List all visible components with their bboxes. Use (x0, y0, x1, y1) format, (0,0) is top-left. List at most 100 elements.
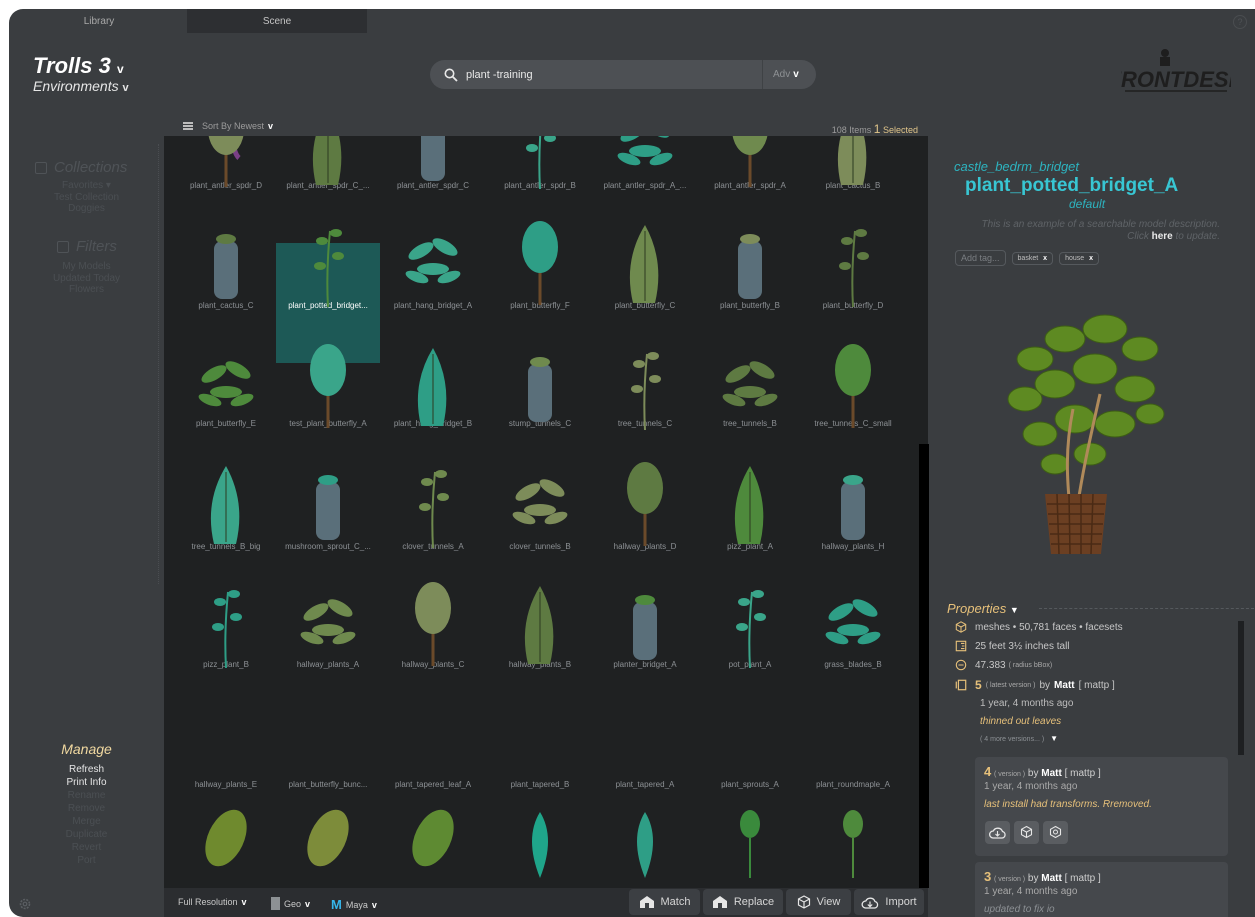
gear-icon[interactable] (18, 897, 32, 911)
thumbnail-image (528, 357, 552, 422)
filter-item[interactable]: My Models (9, 261, 164, 273)
app-label: Maya (345, 899, 368, 910)
geo-dropdown[interactable]: Geo v (271, 897, 310, 910)
properties-scrollbar[interactable] (1238, 621, 1244, 755)
by-label: by (1027, 768, 1039, 779)
prop-meshes: meshes • 50,781 faces • facesets (955, 621, 1123, 633)
variant-label[interactable]: default (1069, 197, 1105, 211)
asset-thumbnail[interactable]: plant_tapered_A (593, 595, 697, 794)
thumbnail-image (627, 462, 663, 546)
prop-radius: 47.383 ( radius bBox) (955, 659, 1052, 671)
app-dropdown[interactable]: M Maya v (331, 897, 377, 912)
meshes-value: meshes • 50,781 faces • facesets (975, 621, 1123, 633)
collection-item[interactable]: Favorites ▾ (9, 180, 164, 192)
search-input[interactable] (466, 68, 762, 81)
version-compare-button[interactable] (1043, 821, 1068, 844)
collections-header[interactable]: Collections (35, 159, 127, 176)
tag-remove-button[interactable]: x (1089, 255, 1093, 262)
replace-label: Replace (733, 896, 775, 908)
sort-dropdown[interactable]: Sort By Newest v (183, 121, 273, 131)
asset-thumbnail[interactable]: plant_sprouts_A (698, 590, 802, 794)
asset-thumbnail[interactable]: plant_tapered_B (488, 586, 592, 794)
chevron-down-icon: v (241, 897, 247, 907)
view-label: View (816, 896, 841, 908)
thumbnail-image (314, 229, 344, 308)
view-button[interactable]: View (786, 889, 851, 915)
manage-print-info[interactable]: Print Info (9, 776, 164, 789)
filters-header[interactable]: Filters (57, 238, 117, 255)
project-name[interactable]: Trolls 3 v (33, 53, 129, 79)
asset-thumbnail[interactable]: plant_butterfly_bunc... (276, 599, 380, 794)
import-button[interactable]: Import (854, 889, 924, 915)
import-label: Import (885, 896, 917, 908)
project-selector[interactable]: Trolls 3 v Environments v (33, 53, 129, 94)
version-note: ( version ) (994, 771, 1026, 778)
breadcrumb[interactable]: castle_bedrm_bridget (954, 159, 1079, 174)
more-versions-toggle[interactable]: ( 4 more versions... ) ▼ (980, 734, 1058, 743)
tab-library[interactable]: Library (9, 9, 189, 33)
author-handle: [ mattp ] (1064, 768, 1101, 779)
grid-bottom-thumbnails[interactable] (164, 798, 928, 888)
selected-label: Selected (882, 125, 918, 135)
thumbnail-image (405, 238, 461, 284)
menu-icon[interactable] (183, 122, 193, 130)
asset-thumbnail-label: plant_roundmaple_A (816, 780, 890, 789)
selected-count: 1 (873, 122, 881, 136)
grid-scrollbar[interactable] (919, 444, 929, 888)
thumbnail-image (734, 466, 764, 544)
sidebar-divider[interactable] (158, 144, 159, 584)
collection-item[interactable]: Doggies (9, 203, 164, 215)
asset-thumbnail-label: plant_tapered_leaf_A (394, 780, 472, 789)
category-selector[interactable]: Environments v (33, 78, 129, 94)
match-button[interactable]: Match (629, 889, 700, 915)
thumbnail-image (316, 475, 340, 540)
help-icon[interactable]: ? (1233, 15, 1247, 29)
resolution-dropdown[interactable]: Full Resolution v (178, 897, 247, 907)
tag-label: basket (1017, 254, 1039, 262)
chevron-down-icon: ▼ (1050, 734, 1059, 743)
sort-label: Sort By Newest (202, 121, 265, 131)
tag-remove-button[interactable]: x (1043, 255, 1047, 262)
asset-thumbnail[interactable]: hallway_plants_E (174, 590, 278, 794)
thumbnail-image (212, 590, 242, 669)
author-name: Matt (1041, 873, 1062, 884)
properties-header[interactable]: Properties ▼ (947, 601, 1019, 616)
add-tag-input[interactable]: Add tag... (955, 250, 1006, 266)
properties-divider (1039, 608, 1254, 609)
thumbnail-image (633, 595, 657, 660)
tag-chip: house x (1059, 251, 1100, 265)
thumbnail-image (839, 229, 869, 308)
height-value: 25 feet 3½ inches tall (975, 640, 1070, 652)
items-count: 108 (831, 125, 847, 135)
versions-icon (955, 679, 967, 691)
version-number: 3 (984, 869, 992, 884)
asset-grid: plant_antler_spdr_Dplant_antler_spdr_C_.… (164, 136, 928, 888)
thumbnail-image (214, 234, 238, 299)
edit-icon (57, 240, 69, 253)
version-import-button[interactable] (985, 821, 1010, 844)
asset-thumbnail[interactable]: plant_roundmaple_A (801, 599, 905, 794)
replace-button[interactable]: Replace (703, 889, 783, 915)
search-divider (762, 60, 763, 89)
filter-item[interactable]: Updated Today (9, 273, 164, 285)
version-view-button[interactable] (1014, 821, 1039, 844)
manage-port: Port (77, 855, 96, 866)
tab-scene[interactable]: Scene (187, 9, 367, 33)
thumbnail-image (522, 221, 558, 305)
advanced-search-button[interactable]: Adv v (773, 69, 799, 80)
version-number: 5 (975, 678, 982, 692)
radius-value: 47.383 (975, 659, 1006, 671)
thumbnail-image (732, 136, 768, 187)
asset-thumbnail[interactable]: plant_tapered_leaf_A (381, 582, 485, 794)
collection-item[interactable]: Test Collection (9, 192, 164, 204)
asset-preview[interactable] (995, 299, 1175, 559)
bottom-toolbar: Full Resolution v Geo v M Maya v Match R… (164, 888, 928, 917)
manage-duplicate: Duplicate (65, 829, 108, 840)
filter-item[interactable]: Flowers (9, 284, 164, 296)
manage-refresh[interactable]: Refresh (9, 763, 164, 776)
tag-label: house (1065, 254, 1085, 262)
chevron-down-icon: v (116, 62, 124, 76)
update-description-link[interactable]: here (1152, 231, 1173, 242)
prop-version: 5 ( latest version ) by Matt [ mattp ] (955, 678, 1115, 692)
asset-thumbnail-label: plant_butterfly_bunc... (288, 780, 368, 789)
